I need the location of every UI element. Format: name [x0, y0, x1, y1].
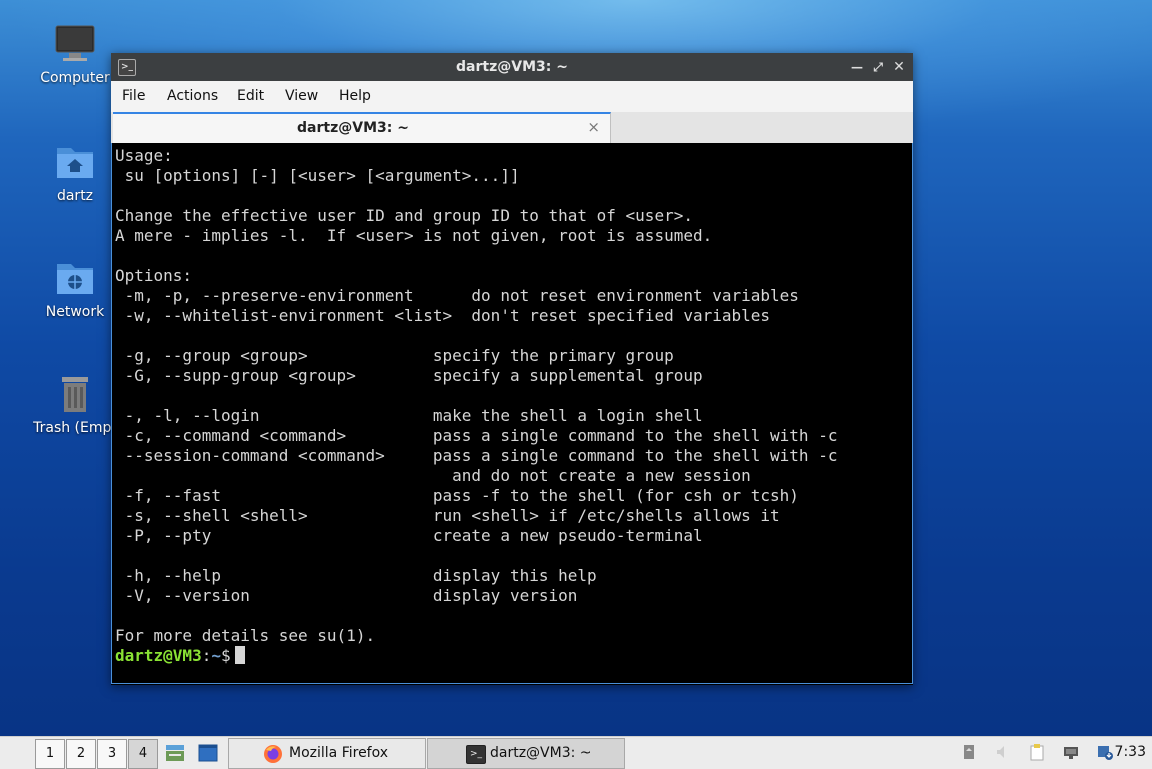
desktop-icon-label: dartz: [56, 188, 94, 204]
menu-view[interactable]: View: [285, 88, 318, 104]
home-folder-icon: [53, 142, 97, 182]
task-firefox[interactable]: Mozilla Firefox: [228, 738, 426, 769]
firefox-icon: [263, 744, 283, 764]
tab-label: dartz@VM3: ~: [297, 120, 409, 136]
trash-icon: [53, 374, 97, 414]
tab-close-icon[interactable]: ×: [587, 118, 600, 136]
tab-bar: dartz@VM3: ~ ×: [111, 112, 913, 144]
task-terminal[interactable]: >_ dartz@VM3: ~: [427, 738, 625, 769]
menu-edit[interactable]: Edit: [237, 88, 264, 104]
clipboard-icon[interactable]: [1028, 743, 1046, 761]
terminal-output: Usage: su [options] [-] [<user> [<argume…: [115, 146, 837, 666]
terminal-window: >_ dartz@VM3: ~ — ⤢ ✕ File Actions Edit …: [111, 53, 913, 685]
terminal-icon: >_: [466, 745, 486, 764]
minimize-icon[interactable]: —: [849, 59, 865, 75]
desktop-icon-label: Computer: [40, 70, 110, 86]
terminal-output-text: Usage: su [options] [-] [<user> [<argume…: [115, 146, 838, 645]
desktop-icon-network[interactable]: Network: [30, 258, 120, 320]
desktop-icon-trash[interactable]: Trash (Empt: [30, 374, 120, 436]
file-manager-icon[interactable]: [164, 742, 186, 764]
clock[interactable]: 7:33: [1115, 744, 1146, 760]
show-desktop-icon[interactable]: [197, 742, 219, 764]
network-status-icon[interactable]: [1062, 743, 1080, 761]
desktop-icon-computer[interactable]: Computer: [30, 24, 120, 86]
workspace-2[interactable]: 2: [66, 739, 96, 769]
volume-icon[interactable]: [994, 743, 1012, 761]
window-titlebar[interactable]: >_ dartz@VM3: ~ — ⤢ ✕: [111, 53, 913, 81]
task-label: dartz@VM3: ~: [490, 745, 592, 761]
maximize-icon[interactable]: ⤢: [870, 59, 886, 75]
close-icon[interactable]: ✕: [891, 59, 907, 75]
desktop-icon-label: Trash (Empt: [33, 420, 117, 436]
terminal-view[interactable]: Usage: su [options] [-] [<user> [<argume…: [111, 143, 913, 684]
prompt-path: ~: [211, 646, 221, 665]
removable-drive-icon[interactable]: [960, 743, 978, 761]
text-cursor: [234, 646, 245, 664]
tab-terminal[interactable]: dartz@VM3: ~ ×: [113, 112, 611, 143]
workspace-4[interactable]: 4: [128, 739, 158, 769]
prompt-user: dartz@VM3: [115, 646, 202, 665]
window-title: dartz@VM3: ~: [456, 59, 568, 75]
workspace-1[interactable]: 1: [35, 739, 65, 769]
menu-help[interactable]: Help: [339, 88, 371, 104]
task-label: Mozilla Firefox: [289, 745, 389, 761]
network-folder-icon: [53, 258, 97, 298]
prompt-symbol: $: [220, 646, 231, 665]
menu-actions[interactable]: Actions: [167, 88, 218, 104]
desktop-icon-home[interactable]: dartz: [30, 142, 120, 204]
computer-icon: [53, 24, 97, 64]
workspace-3[interactable]: 3: [97, 739, 127, 769]
prompt-separator: :: [201, 646, 212, 665]
menubar: File Actions Edit View Help: [111, 81, 913, 112]
updates-icon[interactable]: [1096, 743, 1114, 761]
menu-file[interactable]: File: [122, 88, 145, 104]
desktop-icon-label: Network: [45, 304, 105, 320]
taskbar: 1 2 3 4 Mozilla Firefox >_ dartz@VM3: ~: [0, 736, 1152, 769]
